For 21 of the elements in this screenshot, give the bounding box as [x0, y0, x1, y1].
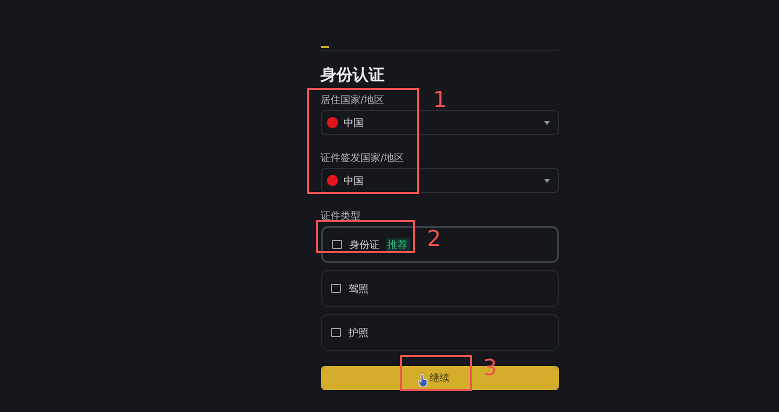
- country-select[interactable]: 中国: [320, 168, 558, 193]
- flag-icon: [326, 175, 338, 186]
- hand-cursor-icon: [418, 374, 428, 387]
- document-option[interactable]: 护照: [320, 314, 558, 351]
- annotation-box: [400, 355, 472, 391]
- caret-icon: [544, 178, 550, 182]
- document-option[interactable]: 驾照: [320, 270, 558, 307]
- flag-icon: [326, 117, 338, 128]
- step-indicator: [320, 46, 328, 48]
- field-label: 居住国家/地区: [320, 95, 384, 107]
- annotation-number: 1: [433, 89, 447, 113]
- page-title: 身份认证: [320, 65, 386, 86]
- annotation-number: 2: [427, 228, 441, 252]
- recommended-badge: 推荐: [386, 238, 410, 252]
- card-icon: [330, 328, 340, 337]
- field-label: 证件签发国家/地区: [320, 153, 404, 165]
- card-icon: [330, 284, 340, 293]
- field-label: 证件类型: [320, 211, 360, 223]
- caret-icon: [544, 120, 550, 124]
- country-select[interactable]: 中国: [320, 110, 558, 135]
- card-icon: [332, 240, 342, 249]
